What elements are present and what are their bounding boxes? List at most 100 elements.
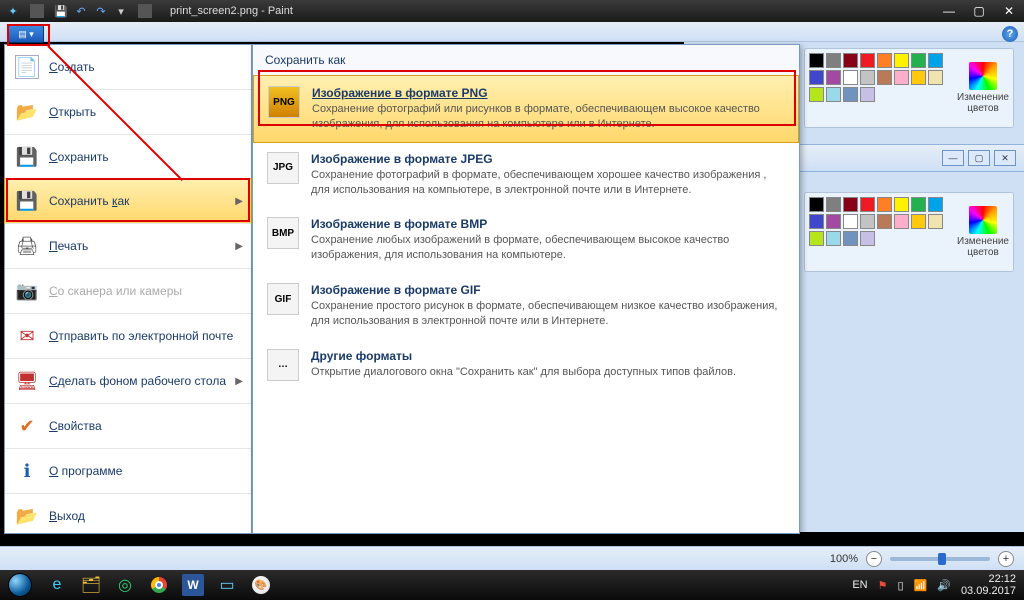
format-…-icon: … [267, 349, 299, 381]
color-swatch[interactable] [928, 53, 943, 68]
start-button[interactable] [0, 570, 40, 600]
taskbar-app2-icon[interactable]: ▭ [210, 570, 244, 600]
color-swatch[interactable] [877, 70, 892, 85]
color-swatch[interactable] [877, 197, 892, 212]
file-menu-label: Открыть [49, 105, 96, 119]
zoom-slider[interactable] [890, 557, 990, 561]
color-swatch[interactable] [911, 214, 926, 229]
taskbar-chrome-icon[interactable] [142, 570, 176, 600]
file-menu-item-print[interactable]: 🖨Печать▶ [5, 223, 251, 268]
file-menu-label: Создать [49, 60, 95, 74]
sec-minimize-button[interactable]: — [942, 150, 964, 166]
color-swatch[interactable] [911, 197, 926, 212]
color-swatch[interactable] [860, 70, 875, 85]
file-menu-item-saveas[interactable]: 💾Сохранить как▶ [4, 178, 252, 224]
saveas-format-png[interactable]: PNGИзображение в формате PNGСохранение ф… [253, 75, 799, 143]
saveas-format-bmp[interactable]: BMPИзображение в формате BMPСохранение л… [253, 207, 799, 273]
qat-redo-icon[interactable]: ↷ [94, 4, 108, 18]
color-swatch[interactable] [911, 70, 926, 85]
color-swatch[interactable] [826, 231, 841, 246]
color-swatch[interactable] [860, 197, 875, 212]
qat-undo-icon[interactable]: ↶ [74, 4, 88, 18]
app-icon: ✦ [6, 4, 20, 18]
color-swatch[interactable] [928, 214, 943, 229]
color-swatch[interactable] [894, 197, 909, 212]
color-swatch[interactable] [877, 53, 892, 68]
format-png-icon: PNG [268, 86, 300, 118]
saveas-format-gif[interactable]: GIFИзображение в формате GIFСохранение п… [253, 273, 799, 339]
edit-colors-button-2[interactable]: Изменение цветов [953, 193, 1013, 271]
color-swatch[interactable] [894, 53, 909, 68]
about-icon: ℹ [15, 459, 39, 483]
color-swatch[interactable] [894, 70, 909, 85]
color-swatch[interactable] [826, 214, 841, 229]
sec-maximize-button[interactable]: ▢ [968, 150, 990, 166]
format-desc: Сохранение простого рисунок в формате, о… [311, 299, 785, 329]
taskbar-ie-icon[interactable]: e [40, 570, 74, 600]
color-swatch[interactable] [809, 214, 824, 229]
file-menu-item-new[interactable]: 📄Создать [5, 45, 251, 89]
tray-lang[interactable]: EN [852, 579, 867, 591]
file-menu-item-save[interactable]: 💾Сохранить [5, 134, 251, 179]
saveas-format-…[interactable]: …Другие форматыОткрытие диалогового окна… [253, 339, 799, 391]
color-swatch[interactable] [877, 214, 892, 229]
zoom-in-button[interactable]: + [998, 551, 1014, 567]
file-tab-button[interactable]: ▤ ▾ [8, 25, 44, 43]
color-swatch[interactable] [843, 214, 858, 229]
color-swatch[interactable] [826, 70, 841, 85]
file-menu-item-desk[interactable]: 🖥Сделать фоном рабочего стола▶ [5, 358, 251, 403]
open-icon: 📂 [15, 100, 39, 124]
tray-clock[interactable]: 22:12 03.09.2017 [961, 573, 1016, 597]
qat-save-icon[interactable]: 💾 [54, 4, 68, 18]
color-swatch[interactable] [809, 87, 824, 102]
taskbar-explorer-icon[interactable]: 🗂 [74, 570, 108, 600]
color-swatch[interactable] [843, 87, 858, 102]
ribbon-tabs: ▤ ▾ [0, 22, 1024, 42]
color-swatch[interactable] [809, 53, 824, 68]
color-swatch[interactable] [809, 231, 824, 246]
sec-close-button[interactable]: ✕ [994, 150, 1016, 166]
zoom-out-button[interactable]: − [866, 551, 882, 567]
color-swatch[interactable] [860, 214, 875, 229]
color-swatch[interactable] [860, 231, 875, 246]
edit-colors-button[interactable]: Изменение цветов [953, 49, 1013, 127]
file-menu-item-open[interactable]: 📂 Открыть [5, 89, 251, 134]
submenu-arrow-icon: ▶ [235, 241, 243, 252]
color-swatch[interactable] [928, 197, 943, 212]
color-swatch[interactable] [860, 87, 875, 102]
color-swatch[interactable] [860, 53, 875, 68]
file-menu-item-mail[interactable]: ✉Отправить по электронной почте [5, 313, 251, 358]
scan-icon: 📷 [15, 279, 39, 303]
color-swatch[interactable] [843, 53, 858, 68]
file-menu-item-prop[interactable]: ✔Свойства [5, 403, 251, 448]
taskbar-word-icon[interactable]: W [182, 574, 204, 596]
color-swatch[interactable] [843, 231, 858, 246]
color-swatch[interactable] [809, 197, 824, 212]
color-swatch[interactable] [809, 70, 824, 85]
taskbar-paint-icon[interactable]: 🎨 [244, 570, 278, 600]
color-swatch[interactable] [928, 70, 943, 85]
color-swatch[interactable] [843, 70, 858, 85]
color-swatch[interactable] [911, 53, 926, 68]
format-title: Изображение в формате GIF [311, 283, 785, 297]
color-swatch[interactable] [894, 214, 909, 229]
minimize-button[interactable]: — [934, 0, 964, 22]
window-title: print_screen2.png - Paint [170, 5, 293, 17]
file-menu-item-exit[interactable]: 📂Выход [5, 493, 251, 538]
qat-dropdown-icon[interactable]: ▾ [114, 4, 128, 18]
file-menu-item-about[interactable]: ℹО программе [5, 448, 251, 493]
tray-volume-icon[interactable]: 🔊 [937, 579, 951, 592]
color-swatch[interactable] [843, 197, 858, 212]
close-button[interactable]: ✕ [994, 0, 1024, 22]
help-icon[interactable]: ? [1002, 26, 1018, 42]
maximize-button[interactable]: ▢ [964, 0, 994, 22]
color-swatch[interactable] [826, 197, 841, 212]
submenu-arrow-icon: ▶ [235, 196, 243, 207]
saveas-format-jpg[interactable]: JPGИзображение в формате JPEGСохранение … [253, 142, 799, 208]
taskbar-app1-icon[interactable]: ◎ [108, 570, 142, 600]
tray-battery-icon[interactable]: ▯ [897, 579, 903, 592]
tray-network-icon[interactable]: 📶 [914, 579, 928, 592]
color-swatch[interactable] [826, 87, 841, 102]
tray-flag-icon[interactable]: ⚑ [878, 579, 888, 592]
color-swatch[interactable] [826, 53, 841, 68]
